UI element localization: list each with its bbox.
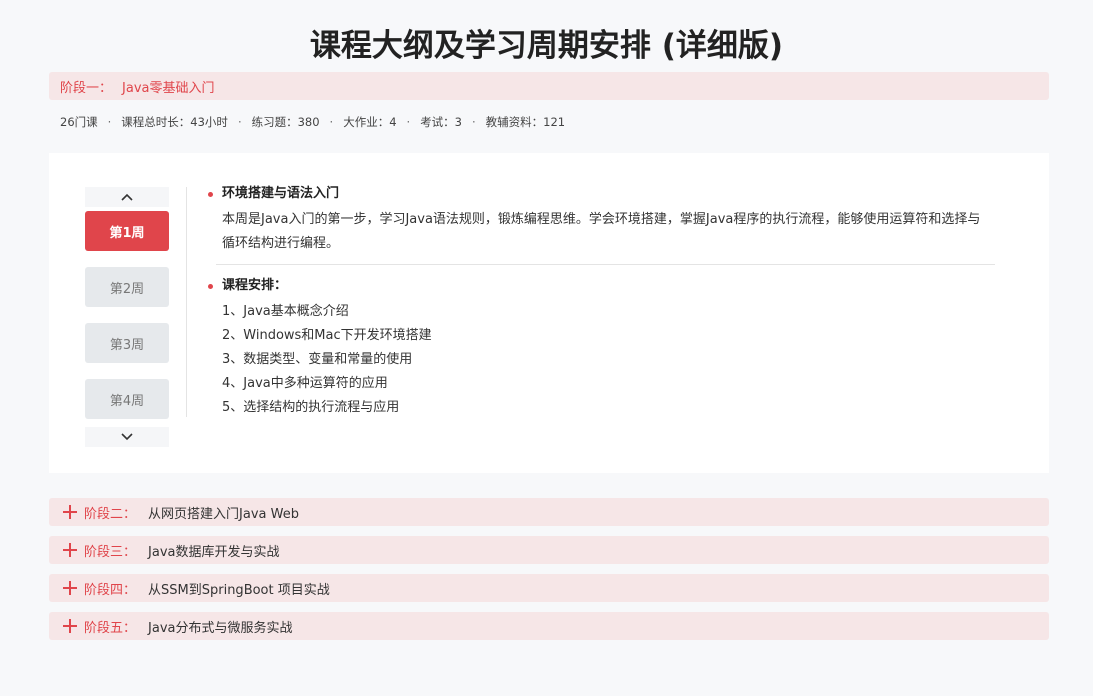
stat-separator: · <box>472 115 476 129</box>
stat-materials: 教辅资料：121 <box>485 115 566 129</box>
stat-separator: · <box>237 115 242 129</box>
week-scroll-up-button[interactable] <box>85 187 169 207</box>
stat-duration: 课程总时长：43小时 <box>121 115 228 129</box>
plus-icon <box>63 505 77 519</box>
stage-name: Java零基础入门 <box>122 80 215 96</box>
chevron-down-icon <box>121 433 133 441</box>
stage-header-1[interactable]: 阶段一： Java零基础入门 <box>49 72 1049 100</box>
stat-assignments: 大作业：4 <box>343 115 397 129</box>
stage-detail-panel: 第1周 第2周 第3周 第4周 环境搭建与语法入门 本周是Java入门的第一步，… <box>49 153 1049 473</box>
stage-name: 从网页搭建入门Java Web <box>148 506 299 522</box>
plus-icon <box>63 619 77 633</box>
list-item: 5、选择结构的执行流程与应用 <box>222 400 400 415</box>
stat-separator: · <box>406 115 411 129</box>
chevron-up-icon <box>121 193 133 201</box>
stage-header-2[interactable]: 阶段二： 从网页搭建入门Java Web <box>49 498 1049 526</box>
schedule-title: 课程安排： <box>222 278 288 293</box>
stage-label: 阶段五： <box>84 620 137 636</box>
bullet-icon <box>208 191 213 197</box>
stat-courses: 26门课 <box>60 115 98 129</box>
week-tab-2[interactable]: 第2周 <box>85 267 169 307</box>
stage-label: 阶段二： <box>84 506 137 522</box>
week-tab-3[interactable]: 第3周 <box>85 323 169 363</box>
stage-label: 阶段一： <box>60 80 113 96</box>
week-scroll-down-button[interactable] <box>85 427 169 447</box>
stage-header-3[interactable]: 阶段三： Java数据库开发与实战 <box>49 536 1049 564</box>
stage-name: Java分布式与微服务实战 <box>148 620 293 636</box>
plus-icon <box>63 543 77 557</box>
week-tab-4[interactable]: 第4周 <box>85 379 169 419</box>
stat-separator: · <box>329 115 334 129</box>
week-content: 环境搭建与语法入门 本周是Java入门的第一步，学习Java语法规则，锻炼编程思… <box>208 185 995 420</box>
week-topic-heading: 环境搭建与语法入门 <box>208 185 995 203</box>
stage-header-4[interactable]: 阶段四： 从SSM到SpringBoot 项目实战 <box>49 574 1049 602</box>
schedule-heading: 课程安排： <box>208 277 995 295</box>
stage-name: Java数据库开发与实战 <box>148 544 280 560</box>
page-title: 课程大纲及学习周期安排 (详细版) <box>309 28 784 64</box>
schedule-list: 1、Java基本概念介绍 2、Windows和Mac下开发环境搭建 3、数据类型… <box>222 300 995 420</box>
week-topic-title: 环境搭建与语法入门 <box>222 186 340 201</box>
stage-name: 从SSM到SpringBoot 项目实战 <box>148 582 330 598</box>
plus-icon <box>63 581 77 595</box>
vertical-divider <box>186 187 187 417</box>
week-tab-1[interactable]: 第1周 <box>85 211 169 251</box>
stat-exams: 考试：3 <box>420 115 463 129</box>
content-divider <box>216 264 995 265</box>
stage-label: 阶段三： <box>84 544 137 560</box>
list-item: 3、数据类型、变量和常量的使用 <box>222 352 413 367</box>
list-item: 4、Java中多种运算符的应用 <box>222 376 388 391</box>
week-description: 本周是Java入门的第一步，学习Java语法规则，锻炼编程思维。学会环境搭建，掌… <box>222 212 981 251</box>
list-item: 2、Windows和Mac下开发环境搭建 <box>222 328 432 343</box>
list-item: 1、Java基本概念介绍 <box>222 304 349 319</box>
stage-header-5[interactable]: 阶段五： Java分布式与微服务实战 <box>49 612 1049 640</box>
stage-label: 阶段四： <box>84 582 137 598</box>
stat-separator: · <box>107 115 112 129</box>
bullet-icon <box>208 283 213 289</box>
stat-exercises: 练习题：380 <box>251 115 320 129</box>
week-navigator: 第1周 第2周 第3周 第4周 <box>85 187 169 447</box>
course-stats: 26门课 · 课程总时长：43小时 · 练习题：380 · 大作业：4 · 考试… <box>60 114 565 130</box>
